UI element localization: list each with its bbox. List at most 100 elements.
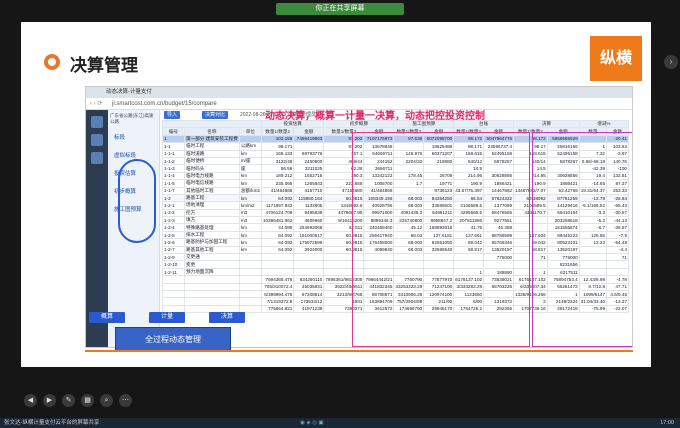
slide-rule [85, 350, 633, 352]
share-status-banner[interactable]: 你正在共享屏幕 [276, 3, 404, 15]
table-cell: 175972599 [293, 238, 325, 247]
grid-icon[interactable]: ▦ [81, 394, 94, 407]
table-cell: 3122/48 [260, 156, 295, 166]
table-cell: 预力地面沉降 [184, 267, 240, 277]
table-cell: 临时电力线路 [184, 171, 240, 181]
table-cell [162, 275, 185, 284]
table-cell: 9495839 [293, 208, 325, 218]
table-cell: 其他临时工程 [184, 186, 240, 195]
tray-icons[interactable]: ◉ ◈ ◎ ▣ [300, 418, 324, 428]
table-cell: 挖方 [184, 208, 240, 218]
table-cell: 86.56 [260, 164, 295, 173]
table-cell [238, 253, 262, 262]
table-cell: 1-1 [162, 142, 185, 151]
table-cell: 64.092 [260, 230, 295, 240]
table-cell: 座 [238, 164, 262, 173]
table-cell [162, 289, 185, 299]
table-cell: 1-1-4 [162, 171, 185, 181]
table-cell: 64.092 [260, 245, 295, 255]
table-cell: 交更通 [184, 253, 240, 262]
table-cell: 41971239 [293, 304, 325, 314]
table-cell: 67208814 [293, 289, 325, 299]
table-cell: 1-1-5 [162, 179, 185, 188]
table-cell: 7456419863 [293, 134, 325, 144]
table-cell: 235.065 [260, 179, 295, 188]
nav-arrows-icon[interactable]: ‹ › ⟳ [90, 98, 102, 110]
table-cell [162, 297, 185, 306]
table-cell: 1 [162, 134, 185, 144]
table-cell: km [238, 171, 262, 181]
table-cell: 1-1-2 [162, 156, 185, 166]
table-cell: km [238, 230, 262, 240]
table-cell: 变更 [184, 260, 240, 269]
taskbar-title[interactable]: 张文达-纵横计量支付云平台的屏幕共享 [4, 418, 99, 428]
table-cell [293, 260, 325, 269]
title-ring-icon [44, 54, 60, 70]
table-cell [238, 134, 262, 144]
presentation-slide: 决算管理 纵横 动态决算-计量支付 ‹ › ⟳ jl.smartcost.com… [21, 22, 651, 367]
table-cell: 1-2-3 [162, 216, 185, 225]
screen-share-viewer: 你正在共享屏幕 决算管理 纵横 动态决算-计量支付 ‹ › ⟳ jl.smart… [0, 0, 680, 428]
table-cell [238, 260, 262, 269]
table-cell: 第一部分 建筑安装工程费 [184, 134, 240, 144]
column-header: 名称 [184, 127, 240, 136]
group-header: 决算 [513, 119, 580, 129]
table-cell: 151000617 [293, 230, 325, 240]
table-cell [184, 297, 240, 306]
table-cell: 1-2-6 [162, 238, 185, 247]
menu-icon[interactable] [91, 134, 103, 146]
prev-icon[interactable]: ◀ [24, 394, 37, 407]
group-header: 增减% [578, 119, 630, 129]
table-cell: 705/310072.4 [260, 282, 295, 292]
table-cell [238, 297, 262, 306]
table-cell: 1-2-7 [162, 245, 185, 255]
table-cell: 临时道路 [184, 149, 240, 158]
table-cell: 路基防护与加固工程 [184, 238, 240, 247]
import-button[interactable]: 导入 [164, 111, 181, 119]
table-cell: 1652715 [293, 171, 325, 181]
table-cell: 64.092 [260, 238, 295, 247]
table-cell: 3211025 [293, 164, 325, 173]
settings-icon[interactable] [91, 152, 103, 164]
more-icon[interactable]: ⋯ [119, 394, 132, 407]
table-cell: km [238, 245, 262, 255]
table-cell: 3924000 [293, 245, 325, 255]
table-cell: 路基工程 [184, 193, 240, 203]
table-cell: 189.212 [260, 171, 295, 181]
table-cell: km/m2 [238, 201, 262, 210]
browser-tab[interactable]: 动态决算-计量支付 [86, 87, 632, 98]
table-cell: 165.133 [260, 149, 295, 158]
table-cell: 5/399994.476 [260, 289, 295, 299]
table-cell [162, 282, 185, 292]
table-cell: 64.092 [260, 193, 295, 203]
zoom-icon[interactable]: ⌕ [100, 394, 113, 407]
table-cell: 1-1-3 [162, 164, 185, 173]
table-cell: km [238, 193, 262, 203]
column-header: 金额 [293, 127, 325, 136]
table-cell: 临时便桥 [184, 156, 240, 166]
table-cell: 1133605 [293, 201, 325, 210]
brand-logo: 纵横 [590, 36, 642, 81]
nav-item-section[interactable]: 标段 [108, 128, 159, 146]
table-cell: 2460800 [293, 156, 325, 166]
clock: 17:00 [660, 420, 674, 426]
column-header: 编号 [162, 127, 185, 136]
flow-whole-process: 全过程动态管理 [115, 327, 231, 351]
next-icon[interactable]: ▶ [43, 394, 56, 407]
table-cell: 98.171 [260, 142, 295, 151]
next-slide-icon[interactable]: › [664, 55, 678, 69]
table-cell: 115850.164 [293, 193, 325, 203]
compare-button[interactable]: 决算对比 [202, 111, 229, 119]
table-cell: 1265843 [293, 179, 325, 188]
table-cell: 临时码头 [184, 164, 240, 173]
pen-icon[interactable]: ✎ [62, 394, 75, 407]
table-cell: 1-1-1 [162, 149, 185, 158]
app-logo-icon[interactable] [91, 116, 103, 128]
table-cell [238, 282, 262, 292]
annotation-oval [118, 159, 156, 243]
flow-final: 决算 [209, 312, 245, 323]
table-cell: 总额/km2 [238, 186, 262, 195]
table-cell: 45035831 [293, 282, 325, 292]
table-cell: 路基其他工程 [184, 245, 240, 255]
table-cell: 1171897.932 [260, 201, 295, 210]
